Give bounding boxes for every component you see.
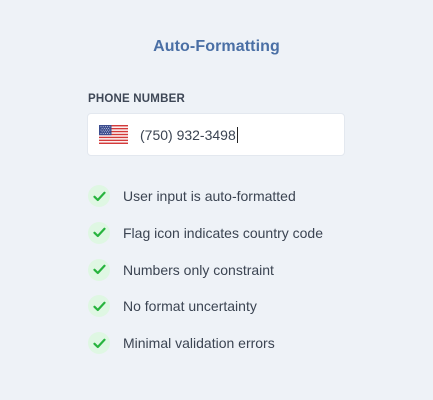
check-icon xyxy=(88,258,110,281)
list-item: No format uncertainty xyxy=(88,295,323,318)
check-icon xyxy=(88,295,110,318)
list-item: Numbers only constraint xyxy=(88,258,323,281)
feature-text: User input is auto-formatted xyxy=(123,188,296,204)
page-title: Auto-Formatting xyxy=(153,38,280,55)
check-icon xyxy=(88,221,110,244)
feature-text: Numbers only constraint xyxy=(123,261,274,278)
list-item: User input is auto-formatted xyxy=(88,185,323,207)
feature-text: Minimal validation errors xyxy=(123,335,275,352)
phone-number-value[interactable]: (750) 932-3498 xyxy=(140,126,238,143)
text-cursor xyxy=(236,126,238,143)
check-icon xyxy=(88,185,110,207)
phone-number-label: PHONE NUMBER xyxy=(88,93,185,105)
auto-formatting-panel: Auto-Formatting PHONE NUMBER (750) 932-3… xyxy=(0,0,433,400)
list-item: Flag icon indicates country code xyxy=(88,221,323,244)
feature-text: Flag icon indicates country code xyxy=(123,224,323,241)
list-item: Minimal validation errors xyxy=(88,332,323,355)
us-flag-icon[interactable] xyxy=(99,125,128,144)
feature-text: No format uncertainty xyxy=(123,298,257,315)
phone-number-input[interactable]: (750) 932-3498 xyxy=(87,113,345,156)
phone-number-text[interactable]: (750) 932-3498 xyxy=(140,127,236,143)
check-icon xyxy=(88,332,110,355)
feature-list: User input is auto-formatted Flag icon i… xyxy=(88,185,323,369)
